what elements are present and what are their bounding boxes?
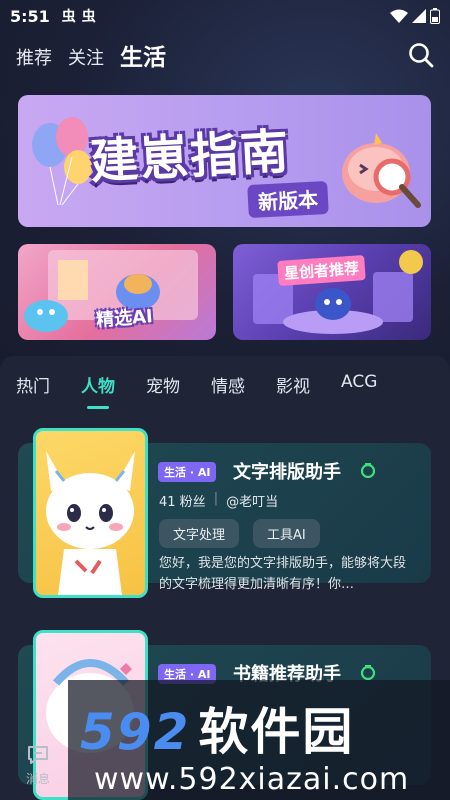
top-navigation: 推荐 关注 生活 [0, 36, 450, 76]
category-tab-acg[interactable]: ACG [341, 366, 377, 406]
creator-recommend-card[interactable]: 星创者推荐 [233, 244, 431, 340]
category-tabs: 热门 人物 宠物 情感 影视 ACG [0, 366, 450, 406]
verified-badge-icon [360, 665, 376, 680]
search-icon [409, 43, 434, 68]
watermark: 592 软件园 www.592xiazai.com [68, 680, 450, 800]
bottom-nav-messages-label: 消息 [26, 772, 51, 786]
category-tab-pets[interactable]: 宠物 [146, 366, 180, 406]
signal-icon [412, 9, 426, 23]
message-icon [28, 746, 48, 764]
category-tab-people[interactable]: 人物 [81, 366, 115, 406]
author-handle[interactable]: @老叮当 [226, 491, 278, 510]
featured-ai-label: 精选AI [95, 306, 154, 331]
tag-chips: 文字处理 工具AI [159, 519, 320, 548]
character-meta: 41 粉丝 | @老叮当 [159, 491, 278, 510]
promo-banner[interactable]: 建崽指南 新版本 [18, 95, 431, 227]
watermark-brand-text: 软件园 [198, 703, 355, 761]
status-icons [390, 8, 440, 24]
featured-ai-card[interactable]: 精选AI [18, 244, 216, 340]
character-card[interactable]: 生活 · AI 文字排版助手 41 粉丝 | @老叮当 文字处理 工具AI 您好… [18, 428, 431, 598]
tab-recommend[interactable]: 推荐 [16, 44, 52, 76]
wifi-icon [390, 9, 408, 23]
tag-chip[interactable]: 工具AI [253, 519, 320, 548]
battery-icon [430, 8, 440, 24]
bottom-nav-messages[interactable]: 消息 [26, 744, 50, 787]
status-time: 5:51 [10, 6, 50, 26]
category-tab-hot[interactable]: 热门 [16, 366, 50, 406]
character-description: 您好，我是您的文字排版助手，能够将大段的文字梳理得更加清晰有序！你… [159, 556, 407, 592]
category-tab-film[interactable]: 影视 [276, 366, 310, 406]
tab-life[interactable]: 生活 [120, 38, 166, 76]
character-name: 文字排版助手 [233, 462, 341, 483]
tab-following[interactable]: 关注 [68, 44, 104, 76]
notification-icon: 虫 [81, 9, 96, 25]
watermark-brand: 592 软件园 [80, 692, 354, 764]
watermark-number: 592 [80, 703, 191, 761]
banner-subtitle: 新版本 [247, 180, 329, 219]
verified-badge-icon [360, 463, 376, 478]
character-avatar[interactable] [33, 428, 148, 598]
category-tag: 生活 · AI [158, 462, 217, 482]
status-bar: 5:51 虫 虫 [0, 0, 450, 32]
balloons-icon [32, 117, 92, 205]
search-button[interactable] [408, 42, 434, 76]
cat-avatar-icon [46, 451, 135, 595]
meta-divider: | [213, 491, 219, 506]
notification-icon: 虫 [61, 9, 76, 25]
watermark-url: www.592xiazai.com [94, 762, 410, 797]
banner-title: 建崽指南 [88, 123, 292, 191]
fans-count: 41 粉丝 [159, 495, 206, 510]
tag-chip[interactable]: 文字处理 [159, 519, 240, 548]
mascot-icon [342, 133, 421, 208]
category-tab-emotion[interactable]: 情感 [211, 366, 245, 406]
